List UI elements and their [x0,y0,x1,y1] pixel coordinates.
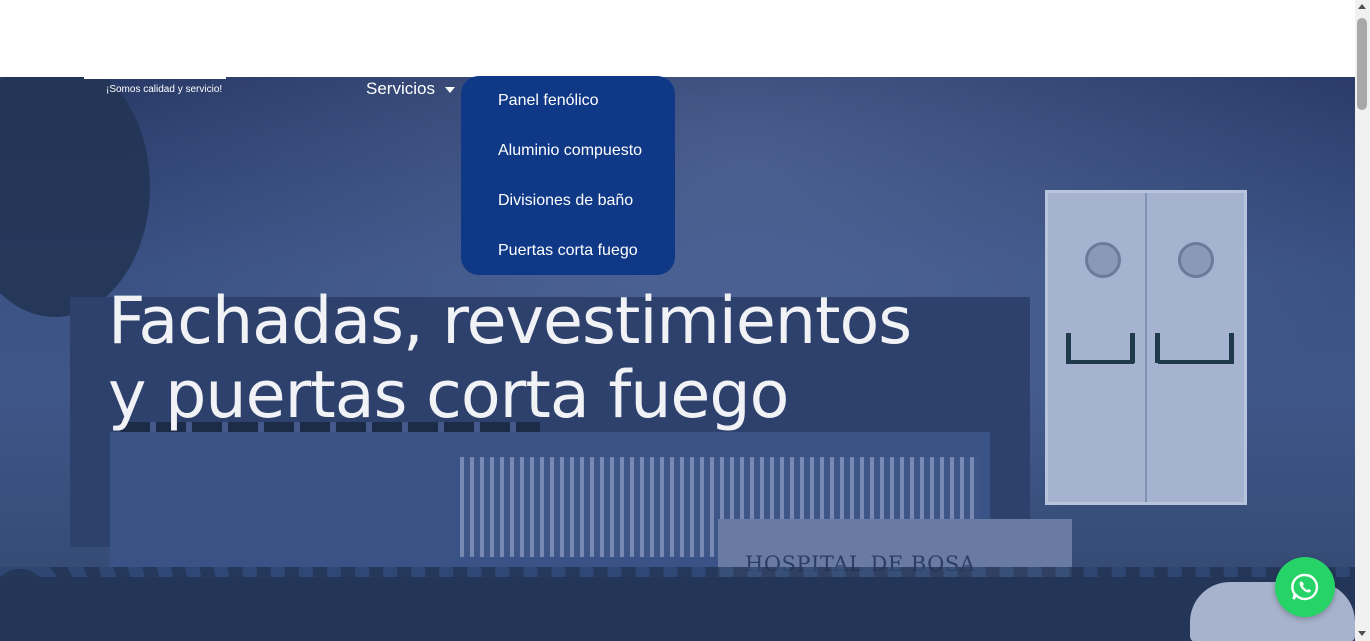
door-bar-left [1066,360,1134,364]
whatsapp-button[interactable] [1275,557,1335,617]
scroll-down-icon[interactable] [1358,631,1366,636]
logo-mark [84,65,226,79]
fire-door-split [1145,193,1147,502]
page-scrollbar[interactable] [1355,0,1370,641]
door-bar-right [1158,360,1234,364]
hero-headline-line-2: y puertas corta fuego [108,358,789,433]
hero-headline: Fachadas, revestimientos y puertas corta… [108,284,912,433]
hero-ground [0,577,1355,641]
logo-tagline: ¡Somos calidad y servicio! [106,84,223,95]
whatsapp-icon [1291,573,1319,601]
hero-headline-line-1: Fachadas, revestimientos [108,284,912,359]
dropdown-item-aluminio-compuesto[interactable]: Aluminio compuesto [498,142,642,160]
caret-down-icon [444,86,455,93]
door-porthole-right [1178,242,1214,278]
scroll-up-icon[interactable] [1358,4,1366,9]
nav-servicios-label: Servicios [366,79,435,98]
door-porthole-left [1085,242,1121,278]
servicios-dropdown: Panel fenólico Aluminio compuesto Divisi… [461,76,675,275]
door-bar-post [1155,333,1160,363]
door-bar-post [1066,333,1071,363]
dropdown-item-puertas-corta-fuego[interactable]: Puertas corta fuego [498,242,638,260]
dropdown-item-panel-fenolico[interactable]: Panel fenólico [498,92,599,110]
nav-servicios[interactable]: Servicios [366,79,455,99]
scrollbar-thumb[interactable] [1357,18,1367,110]
dropdown-item-divisiones-bano[interactable]: Divisiones de baño [498,192,633,210]
door-bar-post [1130,333,1135,363]
door-bar-post [1229,333,1234,363]
